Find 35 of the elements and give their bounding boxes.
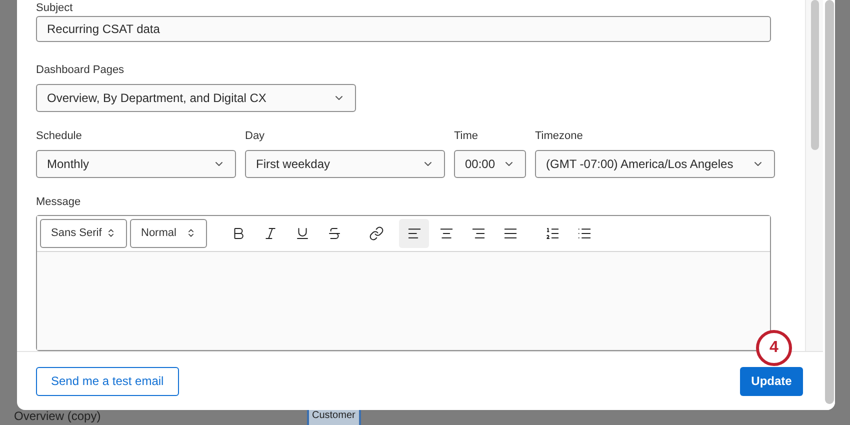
field-label: Dashboard Pages <box>36 62 126 78</box>
dropdown[interactable]: Monthly <box>36 150 236 178</box>
dropdown[interactable]: (GMT -07:00) America/Los Angeles <box>535 150 775 178</box>
font-select[interactable]: Sans Serif <box>40 218 127 248</box>
dropdown[interactable]: First weekday <box>245 150 445 178</box>
message-editor[interactable]: Sans Serif Normal <box>36 214 771 351</box>
align-left-button[interactable] <box>399 218 429 248</box>
align-left-icon <box>406 226 422 241</box>
scrollbar[interactable] <box>805 0 823 351</box>
stepper-icon <box>186 228 196 238</box>
field-label: Time <box>454 128 480 144</box>
size-select[interactable]: Normal <box>130 218 207 248</box>
field-label: Timezone <box>535 128 584 144</box>
subject-input[interactable]: Recurring CSAT data <box>36 16 771 42</box>
list-item[interactable]: Overview (copy) <box>14 407 101 425</box>
stepper-icon <box>106 228 116 238</box>
test-email-button[interactable]: Send me a test email <box>36 366 179 396</box>
ordered-list-icon <box>544 226 560 241</box>
bullet-list-icon <box>576 226 592 241</box>
italic-icon <box>262 226 278 241</box>
field-label: Message <box>36 194 82 210</box>
align-right-icon <box>470 226 486 241</box>
justify-icon <box>502 226 518 241</box>
dropdown[interactable]: 00:00 <box>454 150 526 178</box>
update-button[interactable]: Update <box>740 366 803 396</box>
underline-icon <box>294 226 310 241</box>
dropdown[interactable]: Overview, By Department, and Digital CX <box>36 84 356 112</box>
step-marker: 4 <box>756 330 792 366</box>
field-label: Subject <box>36 1 74 16</box>
link-icon <box>368 226 384 241</box>
align-center-icon <box>438 226 454 241</box>
dialog-scrollbar[interactable] <box>824 0 834 404</box>
field-label: Schedule <box>36 128 83 144</box>
strike-icon <box>326 226 342 241</box>
field-label: Day <box>245 128 266 144</box>
